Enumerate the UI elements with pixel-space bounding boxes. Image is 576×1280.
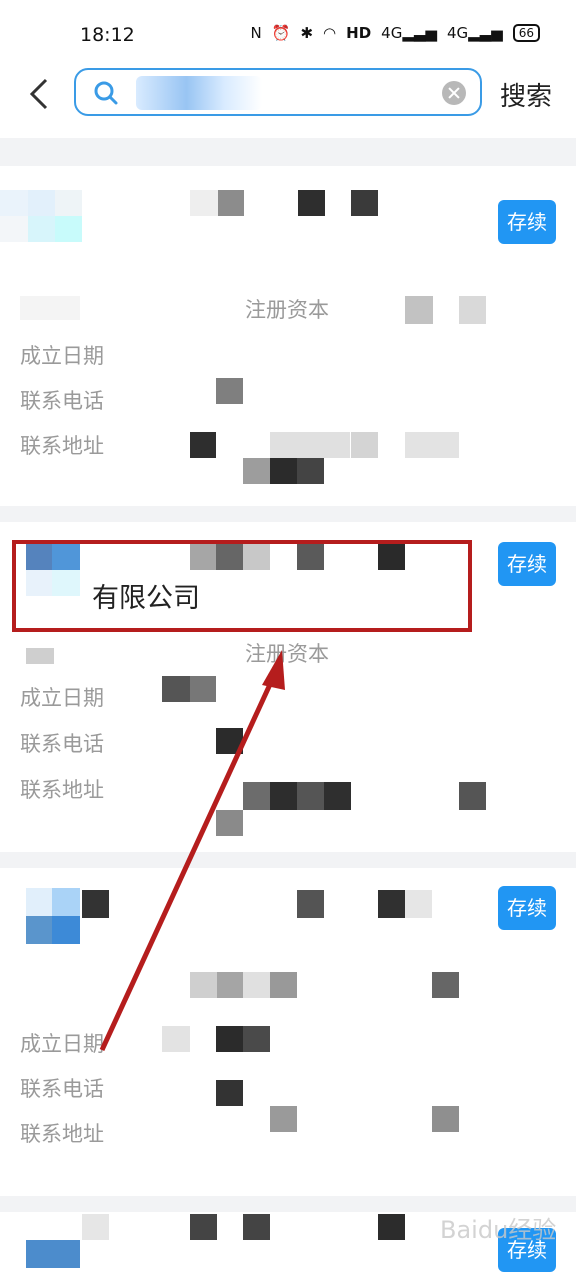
redacted-block: [270, 458, 297, 484]
redacted-block: [190, 972, 217, 998]
search-icon: [94, 81, 118, 105]
redacted-block: [162, 1026, 190, 1052]
redacted-block: [351, 190, 378, 216]
redacted-block: [405, 890, 432, 918]
status-bar: 18:12 N ⏰ ✱ ◠ HD 4G▂▃▅ 4G▂▃▅ 66: [0, 0, 576, 70]
redacted-block: [270, 782, 297, 810]
back-button[interactable]: [20, 72, 60, 116]
redacted-block: [243, 458, 270, 484]
field-label-address: 联系地址: [20, 778, 104, 802]
redacted-block: [459, 782, 486, 810]
search-field[interactable]: [74, 68, 482, 116]
status-badge: 存续: [498, 200, 556, 244]
highlight-annotation-box: [12, 540, 472, 632]
redacted-block: [82, 1214, 109, 1240]
redacted-block: [218, 190, 244, 216]
redacted-block: [378, 890, 405, 918]
redacted-block: [162, 676, 190, 702]
company-card[interactable]: 存续 注册资本 成立日期 联系电话 联系地址: [0, 166, 576, 506]
redacted-block: [216, 1026, 243, 1052]
status-time: 18:12: [80, 24, 135, 46]
redacted-block: [298, 190, 325, 216]
redacted-block: [243, 1026, 270, 1052]
redacted-block: [190, 1214, 217, 1240]
hd-icon: HD: [346, 24, 372, 42]
field-label-phone: 联系电话: [20, 732, 104, 756]
wifi-icon: ◠: [323, 24, 337, 42]
redacted-block: [216, 728, 243, 754]
watermark: Baidu经验: [440, 1216, 557, 1244]
list-gap: [0, 506, 576, 522]
search-button[interactable]: 搜索: [500, 76, 552, 113]
redacted-block: [405, 296, 433, 324]
field-label-address: 联系地址: [20, 434, 104, 458]
redacted-block: [297, 782, 324, 810]
redacted-block: [405, 432, 459, 458]
status-icons: N ⏰ ✱ ◠ HD 4G▂▃▅ 4G▂▃▅ 66: [251, 24, 540, 42]
redacted-block: [351, 432, 378, 458]
redacted-block: [297, 458, 324, 484]
redacted-block: [243, 972, 270, 998]
redacted-block: [217, 972, 243, 998]
nfc-icon: N: [250, 24, 262, 42]
redacted-block: [20, 296, 80, 320]
redacted-block: [432, 972, 459, 998]
redacted-block: [190, 432, 216, 458]
redacted-block: [459, 296, 486, 324]
signal-4g-icon: 4G▂▃▅: [381, 24, 437, 42]
redacted-block: [26, 648, 54, 664]
field-label-address: 联系地址: [20, 1122, 104, 1146]
field-label-founded: 成立日期: [20, 1032, 104, 1056]
redacted-block: [297, 890, 324, 918]
list-gap: [0, 138, 576, 166]
redacted-block: [216, 378, 243, 404]
bluetooth-icon: ✱: [300, 24, 314, 42]
redacted-block: [324, 782, 351, 810]
alarm-icon: ⏰: [271, 24, 291, 42]
redacted-block: [243, 1214, 270, 1240]
redacted-block: [216, 1080, 243, 1106]
registered-capital-label: 注册资本: [245, 642, 329, 666]
field-label-founded: 成立日期: [20, 344, 104, 368]
company-logo: [0, 180, 82, 258]
chevron-left-icon: [29, 78, 48, 110]
search-bar: 搜索: [0, 62, 576, 126]
company-card[interactable]: 存续 成立日期 联系电话 联系地址: [0, 868, 576, 1196]
redacted-block: [270, 972, 297, 998]
status-badge: 存续: [498, 886, 556, 930]
redacted-block: [432, 1106, 459, 1132]
redacted-block: [190, 676, 216, 702]
battery-icon: 66: [512, 24, 540, 42]
redacted-block: [243, 782, 270, 810]
search-input[interactable]: [128, 77, 452, 109]
clear-icon[interactable]: [442, 81, 466, 105]
field-label-founded: 成立日期: [20, 686, 104, 710]
redacted-block: [82, 890, 109, 918]
company-logo: [0, 888, 82, 966]
redacted-block: [378, 1214, 405, 1240]
redacted-block: [216, 810, 243, 836]
status-badge: 存续: [498, 542, 556, 586]
field-label-phone: 联系电话: [20, 1077, 104, 1101]
redacted-block: [190, 190, 218, 216]
signal-4g-icon-2: 4G▂▃▅: [446, 24, 503, 42]
field-label-phone: 联系电话: [20, 389, 104, 413]
registered-capital-label: 注册资本: [245, 298, 329, 322]
redacted-block: [270, 432, 350, 458]
list-gap: [0, 852, 576, 868]
company-logo: [26, 1240, 80, 1268]
redacted-block: [270, 1106, 297, 1132]
